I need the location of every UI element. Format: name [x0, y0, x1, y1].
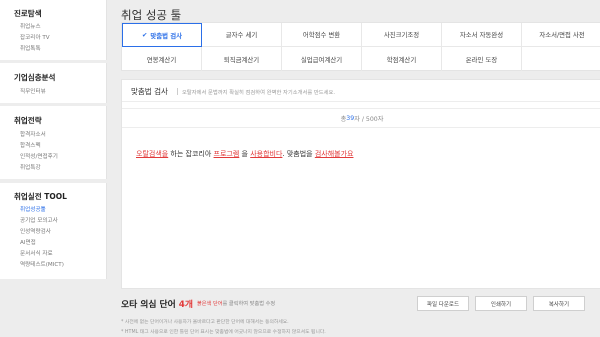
divider [177, 88, 178, 95]
tab-language-score[interactable]: 어학점수 변환 [282, 23, 362, 47]
tab-unemployment-calc[interactable]: 실업급여계산기 [282, 47, 362, 71]
hint-red-text: 붉은색 단어 [197, 301, 223, 307]
spell-check-panel: 맞춤법 검사 오탈자에서 문법까지 확실히 점검하여 완벽한 자기소개서를 만드… [121, 79, 600, 289]
tool-grid: ✔ 맞춤법 검사 글자수 세기 어학점수 변환 사진크기조정 자소서 자동완성 … [121, 22, 600, 71]
text-segment: 을 [239, 150, 251, 158]
sidebar-item-mock-exam[interactable]: 공기업 모의고사 [20, 216, 58, 224]
sidebar-item-interview[interactable]: 직무인터뷰 [20, 87, 46, 95]
tab-online-stamp[interactable]: 온라인 도장 [442, 47, 522, 71]
tab-gpa-calc[interactable]: 학점계산기 [362, 47, 442, 71]
note-2: * HTML 태그 사용으로 인한 틀린 단어 표시는 맞춤법에 어긋나지 않으… [121, 330, 326, 335]
copy-button[interactable]: 복사하기 [533, 296, 585, 311]
sidebar-item-mict[interactable]: 역량테스트(MICT) [20, 260, 64, 268]
sidebar-title-company: 기업심층분석 [14, 73, 56, 82]
sidebar-item-tv[interactable]: 잡코리아 TV [20, 33, 50, 41]
char-counter: 총 39 자 / 500자 [122, 108, 600, 128]
print-button[interactable]: 인쇄하기 [475, 296, 527, 311]
sidebar-item-ai-interview[interactable]: AI면접 [20, 238, 36, 246]
sidebar-item-talk[interactable]: 취업톡톡 [20, 44, 41, 52]
error-hint: 붉은색 단어를 클릭하여 맞춤법 수정 [197, 300, 275, 307]
panel-header: 맞춤법 검사 오탈자에서 문법까지 확실히 점검하여 완벽한 자기소개서를 만드… [122, 80, 600, 102]
error-word[interactable]: 사용합비다 [250, 150, 282, 158]
tab-salary-calc[interactable]: 연봉계산기 [122, 47, 202, 71]
tab-photo-resize[interactable]: 사진크기조정 [362, 23, 442, 47]
panel-title: 맞춤법 검사 [131, 87, 168, 96]
sidebar-section-strategy: 취업전략 합격자소서 합격스펙 인적성/면접후기 취업특강 [0, 106, 107, 179]
sidebar-item-success-tool[interactable]: 취업성공툴 [20, 205, 46, 213]
hint-text: 를 클릭하여 맞춤법 수정 [222, 301, 276, 307]
note-1: * 사전에 없는 단어이거나 사용자가 올바르다고 판단한 단어에 대해서는 동… [121, 320, 289, 325]
check-icon: ✔ [142, 31, 148, 39]
tab-char-count[interactable]: 글자수 세기 [202, 23, 282, 47]
sidebar-item-documents[interactable]: 문서서식 자료 [20, 249, 53, 257]
count-number: 39 [346, 114, 355, 122]
sidebar-title-tool: 취업실전 TOOL [14, 192, 67, 201]
tab-severance-calc[interactable]: 퇴직금계산기 [202, 47, 282, 71]
panel-description: 오탈자에서 문법까지 확실히 점검하여 완벽한 자기소개서를 만드세요. [182, 89, 336, 96]
checked-text[interactable]: 오탈검색을 하는 잡코리아 프로그렘 을 사용합비다. 맞춤법을 검사해볼가요 [136, 149, 353, 159]
error-word[interactable]: 프로그렘 [214, 150, 240, 158]
sidebar-item-cover-letter[interactable]: 합격자소서 [20, 130, 46, 138]
sidebar-item-review[interactable]: 인적성/면접후기 [20, 152, 58, 160]
sidebar-item-news[interactable]: 취업뉴스 [20, 22, 41, 30]
error-summary-title: 오타 의심 단어 4개 [121, 297, 193, 310]
text-segment: 하는 잡코리아 [168, 150, 214, 158]
tab-dictionary[interactable]: 자소서/면접 사전 [522, 23, 600, 47]
sidebar-item-personality[interactable]: 인성역량검사 [20, 227, 51, 235]
error-word[interactable]: 검사해볼가요 [315, 150, 354, 158]
tab-autocomplete[interactable]: 자소서 자동완성 [442, 23, 522, 47]
error-title-text: 오타 의심 단어 [121, 300, 179, 310]
sidebar-section-tool: 취업실전 TOOL 취업성공툴 공기업 모의고사 인성역량검사 AI면접 문서서… [0, 183, 107, 279]
sidebar-item-lecture[interactable]: 취업특강 [20, 163, 41, 171]
sidebar: 진로탐색 취업뉴스 잡코리아 TV 취업톡톡 기업심층분석 직무인터뷰 취업전략… [0, 0, 107, 337]
text-segment: . 맞춤법을 [282, 150, 315, 158]
sidebar-section-company: 기업심층분석 직무인터뷰 [0, 63, 107, 103]
sidebar-section-career: 진로탐색 취업뉴스 잡코리아 TV 취업톡톡 [0, 0, 107, 60]
page-title: 취업 성공 툴 [121, 8, 182, 22]
error-word[interactable]: 오탈검색을 [136, 150, 168, 158]
main-content: 취업 성공 툴 ✔ 맞춤법 검사 글자수 세기 어학점수 변환 사진크기조정 자… [111, 0, 600, 337]
count-suffix: 자 / 500자 [354, 115, 384, 123]
sidebar-title-career: 진로탐색 [14, 9, 42, 18]
sidebar-title-strategy: 취업전략 [14, 116, 42, 125]
error-count: 4개 [178, 300, 193, 310]
download-button[interactable]: 파일 다운로드 [417, 296, 469, 311]
tab-spell-check[interactable]: ✔ 맞춤법 검사 [122, 23, 202, 47]
sidebar-item-spec[interactable]: 합격스펙 [20, 141, 41, 149]
tab-label: 맞춤법 검사 [150, 31, 182, 40]
